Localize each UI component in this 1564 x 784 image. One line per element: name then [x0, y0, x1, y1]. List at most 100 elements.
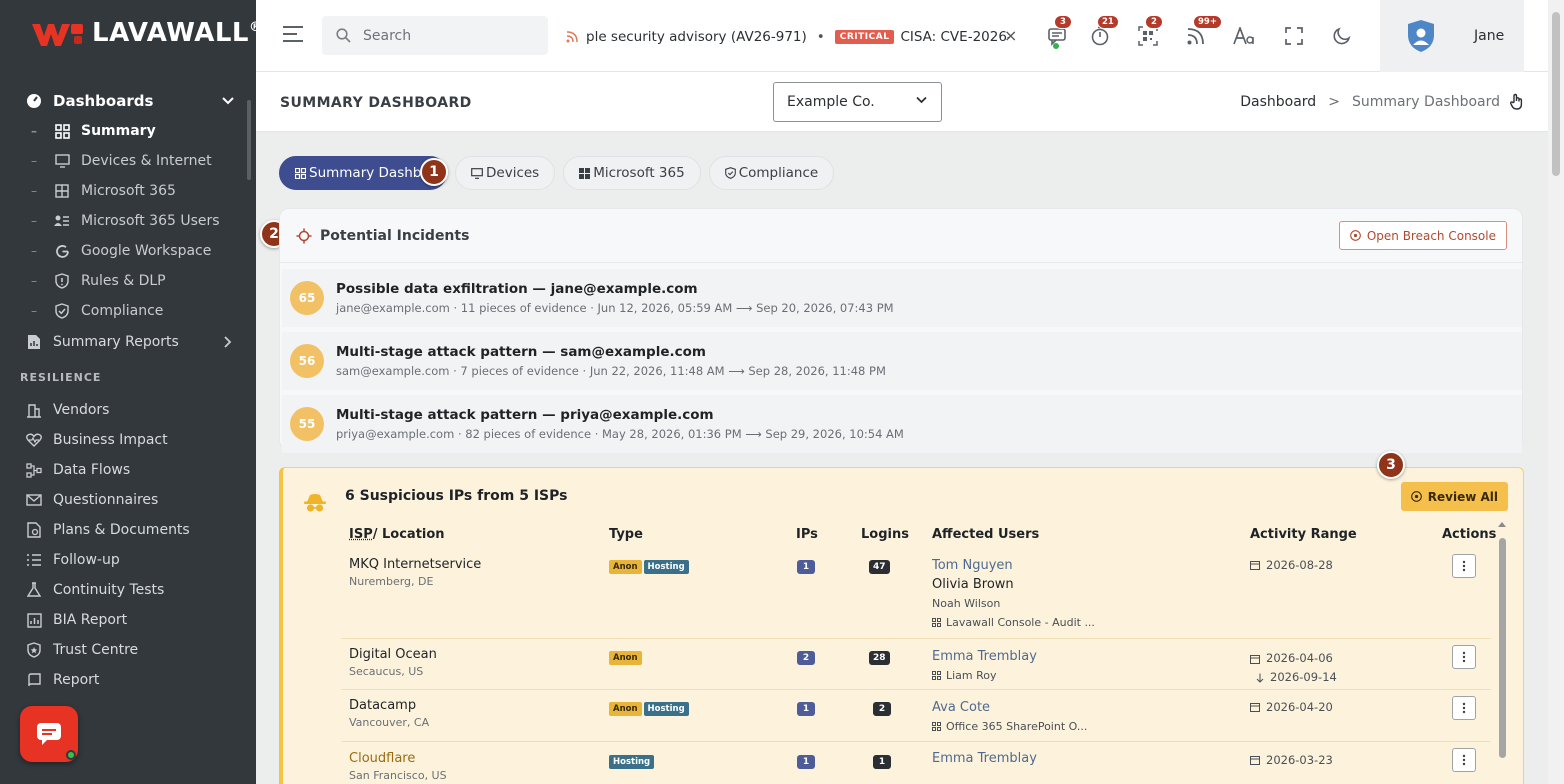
isp-name[interactable]: Cloudflare: [349, 751, 447, 766]
news-ticker[interactable]: ple security advisory (AV26-971) • CRITI…: [566, 26, 1010, 48]
row-actions-button[interactable]: [1452, 696, 1476, 720]
type-badge-anon: Anon: [609, 651, 642, 665]
table-row[interactable]: MKQ Internetservice Nuremberg, DE Anon Ho…: [341, 548, 1491, 639]
dark-mode-toggle[interactable]: [1329, 24, 1355, 48]
font-size-button[interactable]: [1231, 24, 1257, 48]
ticker-item-advisory[interactable]: ple security advisory (AV26-971): [586, 29, 807, 45]
user-menu[interactable]: Jane: [1380, 0, 1524, 72]
affected-user-link[interactable]: Tom Nguyen: [932, 556, 1095, 575]
table-scrollbar[interactable]: [1497, 520, 1507, 760]
flask-icon: [25, 581, 43, 599]
nav-dashboards[interactable]: Dashboards: [0, 86, 256, 116]
isp-header-text: ISP: [349, 526, 373, 542]
row-actions-button[interactable]: [1452, 645, 1476, 669]
sidebar-item-rules-dlp[interactable]: – Rules & DLP: [0, 266, 256, 296]
affected-user-link[interactable]: Emma Tremblay: [932, 647, 1037, 666]
ticker-close-button[interactable]: ×: [1004, 26, 1017, 45]
calendar-icon: [1250, 702, 1260, 712]
ticker-item-cisa[interactable]: CISA: CVE-2026-86: [900, 29, 1010, 45]
hamburger-menu-icon[interactable]: [282, 25, 304, 43]
suspicious-ips-card: 6 Suspicious IPs from 5 ISPs Review All …: [279, 467, 1524, 784]
critical-badge: CRITICAL: [834, 30, 895, 44]
tab-devices[interactable]: Devices: [455, 156, 556, 190]
sidebar-item-microsoft-365[interactable]: – Microsoft 365: [0, 176, 256, 206]
list-icon: [25, 551, 43, 569]
sidebar-item-devices-internet[interactable]: – Devices & Internet: [0, 146, 256, 176]
sidebar-item-microsoft-365-users[interactable]: – Microsoft 365 Users: [0, 206, 256, 236]
suspicious-ips-title: 6 Suspicious IPs from 5 ISPs: [345, 488, 568, 504]
incident-row[interactable]: 65 Possible data exfiltration — jane@exa…: [282, 269, 1522, 327]
nav-summary-reports[interactable]: Summary Reports: [0, 327, 256, 357]
sidebar-item-plans-documents[interactable]: Plans & Documents: [0, 515, 256, 545]
sidebar-item-questionnaires[interactable]: Questionnaires: [0, 485, 256, 515]
affected-user-link[interactable]: Emma Tremblay: [932, 751, 1037, 766]
incident-title: Possible data exfiltration — jane@exampl…: [336, 281, 698, 297]
user-name: Jane: [1474, 28, 1505, 44]
sidebar-item-label: Questionnaires: [53, 492, 159, 508]
isp-location: Nuremberg, DE: [349, 575, 434, 588]
incident-row[interactable]: 56 Multi-stage attack pattern — sam@exam…: [282, 332, 1522, 390]
shield-check-icon: [724, 167, 736, 179]
potential-incidents-card: Potential Incidents Open Breach Console …: [279, 208, 1523, 453]
fullscreen-button[interactable]: [1281, 24, 1307, 48]
row-actions-button[interactable]: [1452, 554, 1476, 578]
isp-location: Secaucus, US: [349, 665, 424, 678]
arrow-down-icon: [1256, 673, 1264, 683]
login-count-badge: 2: [873, 702, 891, 716]
sidebar-item-compliance[interactable]: – Compliance: [0, 296, 256, 326]
logins-cell: 28: [869, 649, 890, 665]
sidebar-item-data-flows[interactable]: Data Flows: [0, 455, 256, 485]
tree-dash: –: [31, 154, 37, 168]
sidebar-item-follow-up[interactable]: Follow-up: [0, 545, 256, 575]
affected-user-link[interactable]: Ava Cote: [932, 698, 1087, 717]
user-line: Liam Roy: [932, 666, 1037, 685]
app-name: Office 365 SharePoint O...: [946, 720, 1088, 733]
alerts-button[interactable]: 21: [1087, 15, 1119, 48]
brand-logo[interactable]: LAVAWALL®: [30, 18, 256, 48]
page-scrollbar-thumb[interactable]: [1552, 12, 1560, 176]
sidebar-item-summary[interactable]: – Summary: [0, 116, 256, 146]
row-actions-button[interactable]: [1452, 748, 1476, 772]
breadcrumb-current: Summary Dashboard: [1351, 94, 1500, 110]
pointer-hand-icon[interactable]: [1510, 93, 1524, 110]
table-scrollbar-thumb[interactable]: [1499, 538, 1506, 758]
sidebar-item-vendors[interactable]: Vendors: [0, 395, 256, 425]
sidebar-item-business-impact[interactable]: Business Impact: [0, 425, 256, 455]
chat-button[interactable]: [20, 706, 78, 762]
shield-alert-icon: [53, 272, 71, 290]
eye-icon: [1410, 491, 1422, 502]
chevron-down-icon: [916, 96, 927, 104]
company-select[interactable]: Example Co.: [773, 82, 942, 122]
incident-row[interactable]: 55 Multi-stage attack pattern — priya@ex…: [282, 395, 1522, 453]
sidebar-item-label: Data Flows: [53, 462, 131, 478]
page-scrollbar[interactable]: [1548, 0, 1564, 784]
end-date: 2026-09-14: [1250, 668, 1337, 687]
sidebar-item-trust-centre[interactable]: Trust Centre: [0, 635, 256, 665]
qr-scan-button[interactable]: 2: [1135, 15, 1163, 48]
table-row[interactable]: Datacamp Vancouver, CA Anon Hosting 1 2 A…: [341, 690, 1491, 742]
open-breach-console-button[interactable]: Open Breach Console: [1338, 221, 1507, 250]
sidebar-item-report[interactable]: Report: [0, 665, 256, 695]
table-row[interactable]: Digital Ocean Secaucus, US Anon 2 28 Emm…: [341, 639, 1491, 690]
column-header-isp[interactable]: ISP / Location: [349, 520, 445, 548]
table-row[interactable]: Cloudflare San Francisco, US Hosting 1 1…: [341, 742, 1491, 784]
sidebar-item-continuity-tests[interactable]: Continuity Tests: [0, 575, 256, 605]
sidebar-item-bia-report[interactable]: BIA Report: [0, 605, 256, 635]
isp-location: Vancouver, CA: [349, 716, 430, 729]
feed-icon: [1187, 28, 1204, 45]
feeds-button[interactable]: 99+: [1183, 15, 1222, 48]
tab-label: Devices: [486, 165, 540, 181]
messages-button[interactable]: 3: [1044, 15, 1072, 49]
breadcrumb: Dashboard > Summary Dashboard: [1240, 94, 1500, 110]
sidebar-item-label: Vendors: [53, 402, 110, 418]
sidebar-item-google-workspace[interactable]: – Google Workspace: [0, 236, 256, 266]
tab-microsoft-365[interactable]: Microsoft 365: [563, 156, 701, 190]
type-cell: Hosting: [609, 753, 656, 769]
tab-compliance[interactable]: Compliance: [708, 156, 835, 190]
shield-star-icon: [25, 641, 43, 659]
sidebar-item-label: Plans & Documents: [53, 522, 190, 538]
search-input[interactable]: Search: [322, 16, 548, 55]
review-all-button[interactable]: Review All: [1400, 482, 1508, 511]
affected-users-cell: Emma Tremblay: [932, 751, 1037, 766]
breadcrumb-root[interactable]: Dashboard: [1240, 94, 1316, 110]
